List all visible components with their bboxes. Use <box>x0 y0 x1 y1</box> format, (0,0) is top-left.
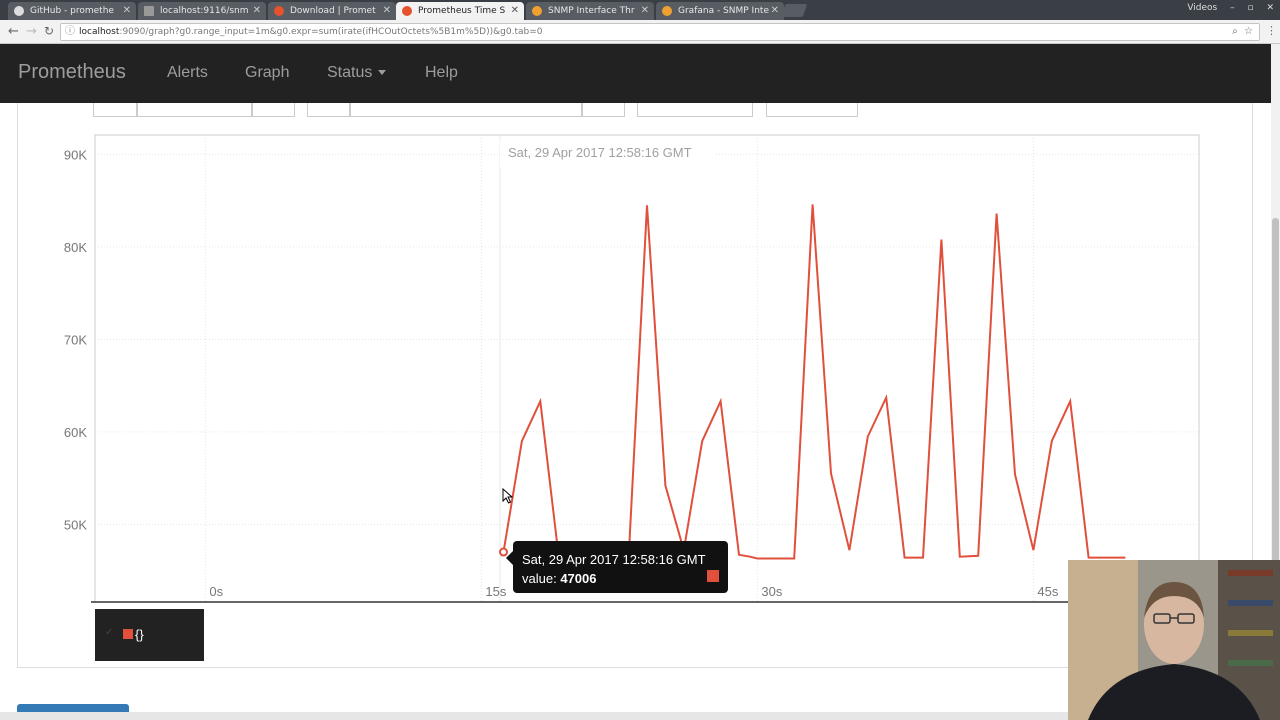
x-tick-label: 45s <box>1037 584 1058 599</box>
y-tick-label: 60K <box>64 425 87 440</box>
tooltip-value-label: value: <box>522 571 557 586</box>
legend: ✓ {} <box>95 609 204 661</box>
x-tick-label: 0s <box>209 584 223 599</box>
webcam-overlay <box>1068 560 1280 720</box>
y-tick-label: 70K <box>64 332 87 347</box>
webcam-image <box>1068 560 1280 720</box>
y-tick-label: 80K <box>64 240 87 255</box>
tooltip-time: Sat, 29 Apr 2017 12:58:16 GMT <box>522 552 706 567</box>
tooltip-value: 47006 <box>560 571 597 586</box>
data-tooltip: Sat, 29 Apr 2017 12:58:16 GMT value: 470… <box>513 541 728 593</box>
tooltip-color-swatch <box>707 570 719 582</box>
y-tick-label: 50K <box>64 517 87 532</box>
x-tick-label: 30s <box>761 584 782 599</box>
y-axis-labels: 90K 80K 70K 60K 50K <box>64 147 87 532</box>
x-tick-label: 15s <box>485 584 506 599</box>
legend-label[interactable]: {} <box>135 627 144 642</box>
x-gridlines <box>204 135 1034 602</box>
legend-swatch <box>123 629 133 639</box>
tooltip-arrow <box>506 551 513 565</box>
series-line <box>502 204 1126 560</box>
check-icon[interactable]: ✓ <box>105 627 113 638</box>
hover-time-label: Sat, 29 Apr 2017 12:58:16 GMT <box>508 145 692 160</box>
tooltip-value-row: value: 47006 <box>522 569 728 588</box>
y-tick-label: 90K <box>64 147 87 162</box>
mouse-cursor-icon <box>502 488 514 504</box>
series-group <box>498 204 1126 560</box>
